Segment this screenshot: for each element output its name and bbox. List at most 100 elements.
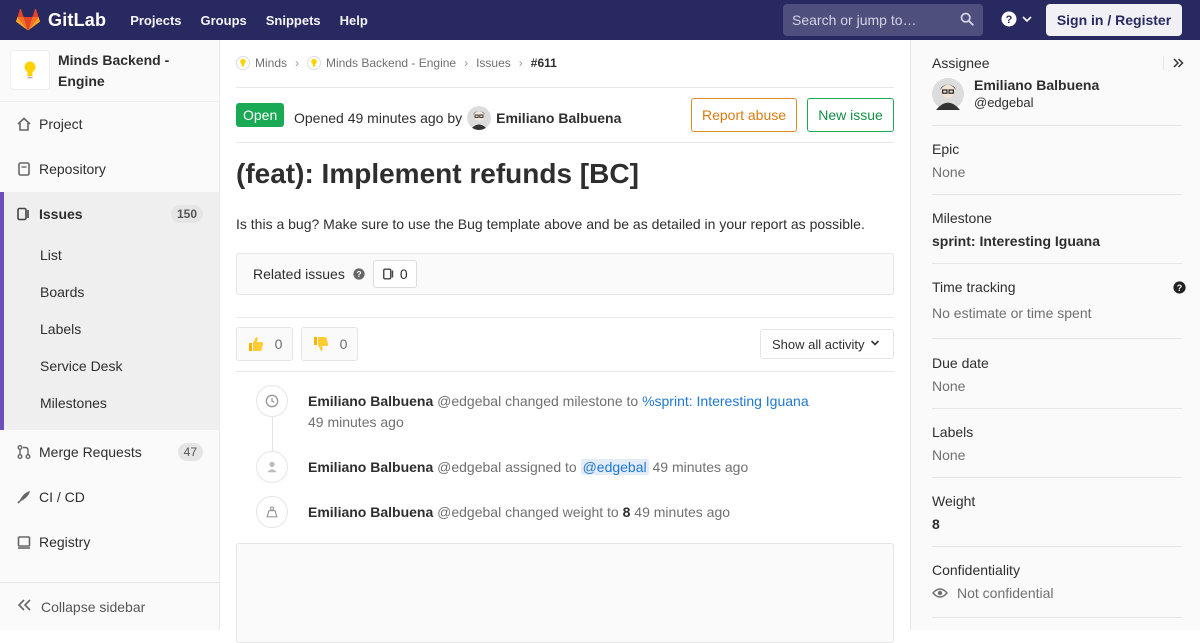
time-tracking-title: Time tracking xyxy=(932,279,1016,295)
nav-projects[interactable]: Projects xyxy=(130,13,181,28)
issues-icon xyxy=(382,268,394,280)
collapse-sidebar-button[interactable]: Collapse sidebar xyxy=(0,582,219,630)
weight-icon xyxy=(256,496,288,528)
project-header[interactable]: Minds Backend - Engine xyxy=(0,40,219,102)
note-handle[interactable]: @edgebal xyxy=(437,393,501,409)
issue-description: Is this a bug? Make sure to use the Bug … xyxy=(236,216,865,232)
divider xyxy=(236,142,894,143)
issue-content: Minds › Minds Backend - Engine › Issues … xyxy=(236,40,894,643)
svg-text:?: ? xyxy=(1006,14,1013,26)
divider xyxy=(236,87,894,88)
nav-help[interactable]: Help xyxy=(340,13,368,28)
sidebar-item-issues[interactable]: Issues 150 xyxy=(4,192,219,236)
thumbs-down-button[interactable]: 0 xyxy=(301,327,358,361)
main-nav: Projects Groups Snippets Help xyxy=(130,13,387,28)
chevron-down-icon xyxy=(870,340,880,346)
nav-groups[interactable]: Groups xyxy=(201,13,247,28)
epic-block: Epic None xyxy=(932,141,1182,195)
note-author[interactable]: Emiliano Balbuena xyxy=(308,393,433,409)
sidebar-label: Project xyxy=(39,116,83,132)
sidebar-item-merge-requests[interactable]: Merge Requests 47 xyxy=(0,430,219,474)
breadcrumb-issues[interactable]: Issues xyxy=(476,56,511,70)
issues-icon xyxy=(16,206,32,222)
note-action: changed milestone to xyxy=(505,393,639,409)
new-issue-button[interactable]: New issue xyxy=(807,98,894,132)
help-dropdown[interactable]: ? xyxy=(1001,11,1033,27)
epic-value: None xyxy=(932,164,966,180)
related-issues-label: Related issues xyxy=(253,266,345,282)
gitlab-logo[interactable]: GitLab xyxy=(16,0,106,40)
report-abuse-button[interactable]: Report abuse xyxy=(691,98,797,132)
author-name[interactable]: Emiliano Balbuena xyxy=(496,110,621,126)
nav-snippets[interactable]: Snippets xyxy=(266,13,321,28)
note-time[interactable]: 49 minutes ago xyxy=(634,504,730,520)
sidebar-subitem-labels[interactable]: Labels xyxy=(40,321,81,337)
svg-text:?: ? xyxy=(1177,283,1182,293)
right-sidebar: Assignee Emiliano Balbuena @edgebal Epic… xyxy=(910,40,1200,630)
note-author[interactable]: Emiliano Balbuena xyxy=(308,504,433,520)
sidebar-subitem-milestones[interactable]: Milestones xyxy=(40,395,107,411)
lightbulb-icon xyxy=(24,61,36,79)
avatar xyxy=(932,77,964,110)
sidebar-subitem-service-desk[interactable]: Service Desk xyxy=(40,358,122,374)
labels-block: Labels None xyxy=(932,424,1182,478)
search-icon xyxy=(960,12,974,26)
note-time[interactable]: 49 minutes ago xyxy=(653,459,749,475)
timeline-note: Emiliano Balbuena @edgebal assigned to @… xyxy=(308,459,748,475)
due-date-value: None xyxy=(932,378,966,394)
note-handle[interactable]: @edgebal xyxy=(437,459,501,475)
milestone-value[interactable]: sprint: Interesting Iguana xyxy=(932,233,1182,249)
breadcrumb-current[interactable]: #611 xyxy=(531,56,557,70)
search-input[interactable]: Search or jump to… xyxy=(783,4,983,36)
sidebar-item-repository[interactable]: Repository xyxy=(0,147,219,191)
left-sidebar: Minds Backend - Engine Project Repositor… xyxy=(0,40,220,630)
note-handle[interactable]: @edgebal xyxy=(437,504,501,520)
container-icon xyxy=(16,534,32,550)
milestone-title: Milestone xyxy=(932,210,992,226)
home-icon xyxy=(16,116,32,132)
epic-title: Epic xyxy=(932,141,960,157)
sidebar-subitem-list[interactable]: List xyxy=(40,247,62,263)
labels-title: Labels xyxy=(932,424,974,440)
breadcrumb-minds[interactable]: Minds xyxy=(255,56,287,70)
question-icon[interactable]: ? xyxy=(353,268,365,280)
confidentiality-title: Confidentiality xyxy=(932,562,1020,578)
time-tracking-value: No estimate or time spent xyxy=(932,305,1092,321)
activity-filter-dropdown[interactable]: Show all activity xyxy=(760,329,894,359)
due-date-block: Due date None xyxy=(932,355,1182,409)
sidebar-subitem-boards[interactable]: Boards xyxy=(40,284,84,300)
confidentiality-row: Not confidential xyxy=(932,585,1182,601)
thumbs-up-button[interactable]: 0 xyxy=(236,327,293,361)
breadcrumb-separator: › xyxy=(464,56,469,70)
confidentiality-block: Confidentiality Not confidential xyxy=(932,562,1182,618)
related-issues-count[interactable]: 0 xyxy=(372,260,417,288)
double-chevron-left-icon xyxy=(16,598,32,615)
timeline-note: Emiliano Balbuena @edgebal changed weigh… xyxy=(308,504,730,520)
breadcrumb-project[interactable]: Minds Backend - Engine xyxy=(326,56,456,70)
weight-value: 8 xyxy=(932,516,940,532)
note-author[interactable]: Emiliano Balbuena xyxy=(308,459,433,475)
user-mention[interactable]: @edgebal xyxy=(580,459,649,475)
lightbulb-icon xyxy=(307,56,322,70)
timeline-note: Emiliano Balbuena @edgebal changed miles… xyxy=(308,393,809,409)
due-date-title: Due date xyxy=(932,355,989,371)
thumbs-down-count: 0 xyxy=(339,336,348,352)
doc-icon xyxy=(16,161,32,177)
milestone-link[interactable]: %sprint: Interesting Iguana xyxy=(642,393,809,409)
issue-title: (feat): Implement refunds [BC] xyxy=(236,158,639,189)
sidebar-item-registry[interactable]: Registry xyxy=(0,520,219,564)
sidebar-item-project[interactable]: Project xyxy=(0,102,219,146)
sign-in-button[interactable]: Sign in / Register xyxy=(1046,4,1182,36)
sidebar-item-ci-cd[interactable]: CI / CD xyxy=(0,475,219,519)
issue-meta: Opened 49 minutes ago by Emiliano Balbue… xyxy=(294,106,621,130)
assignee-user[interactable]: Emiliano Balbuena @edgebal xyxy=(932,77,1099,110)
avatar[interactable] xyxy=(467,106,492,130)
assignee-title: Assignee xyxy=(932,55,990,71)
question-icon[interactable]: ? xyxy=(1173,281,1186,294)
note-time[interactable]: 49 minutes ago xyxy=(308,414,404,430)
milestone-block: Milestone sprint: Interesting Iguana xyxy=(932,210,1182,264)
note-action: changed weight to xyxy=(505,504,619,520)
top-navbar: GitLab Projects Groups Snippets Help Sea… xyxy=(0,0,1200,40)
divider xyxy=(236,317,894,318)
comment-area[interactable] xyxy=(236,543,894,643)
